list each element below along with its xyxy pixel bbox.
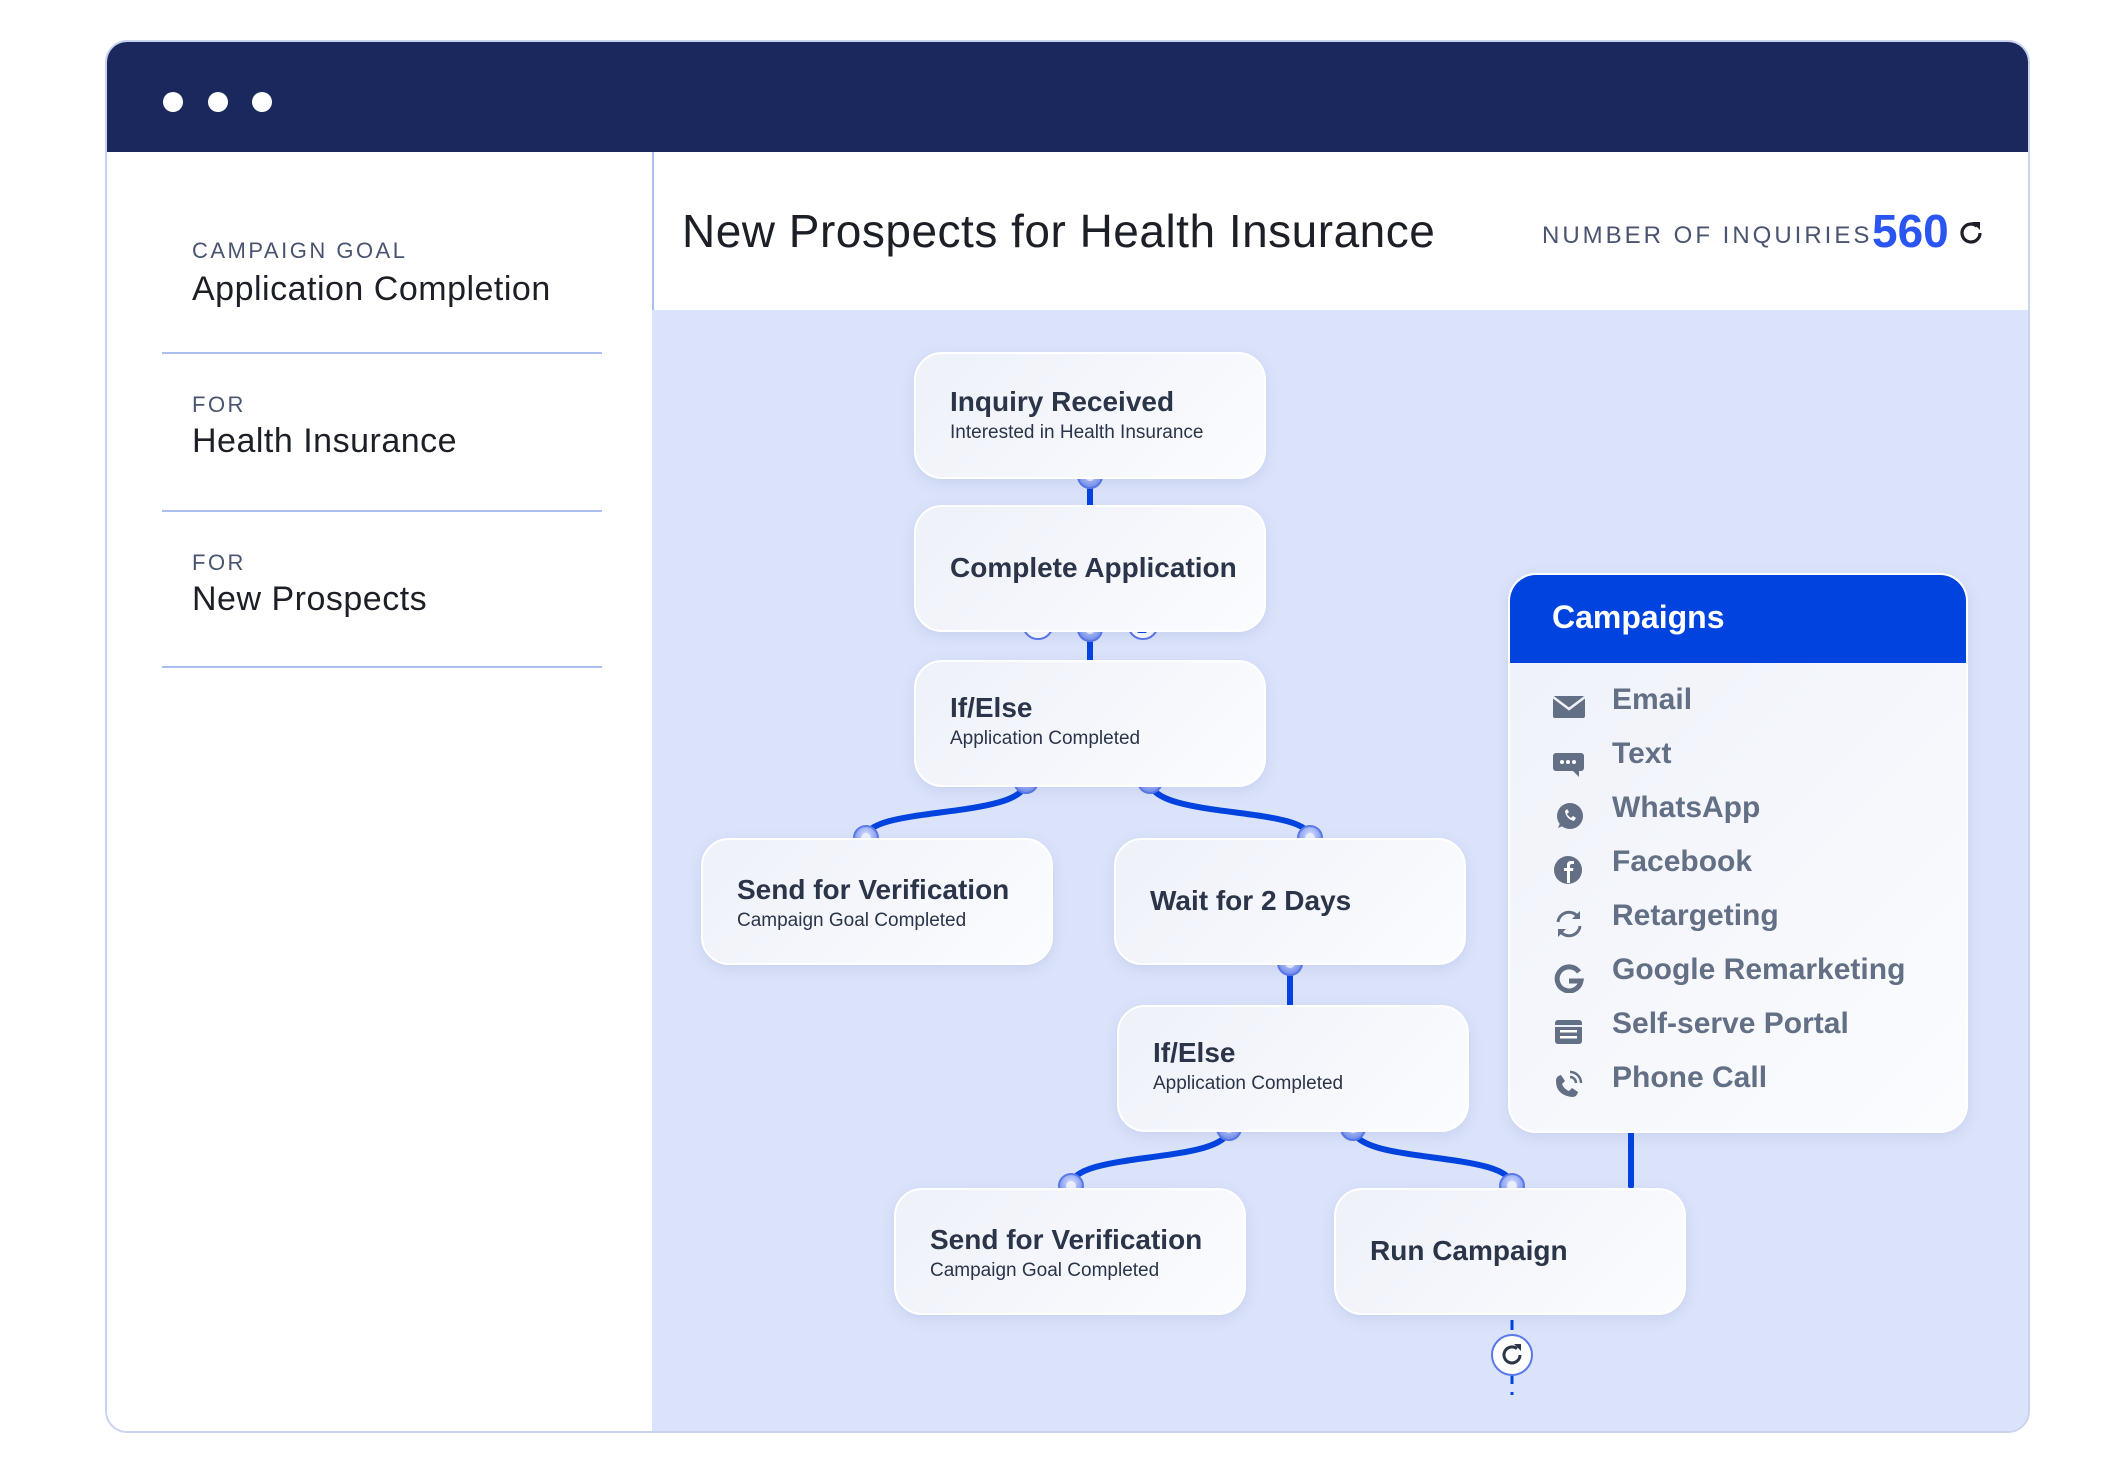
- campaign-label: Google Remarketing: [1612, 953, 1906, 986]
- node-title: Inquiry Received: [950, 386, 1175, 417]
- campaigns-header: Campaigns: [1510, 575, 1966, 663]
- node-subtitle: Campaign Goal Completed: [737, 910, 967, 931]
- campaigns-panel: Campaigns Email Text WhatsApp Facebook R…: [1508, 573, 1968, 1133]
- branch-connector: [1350, 1125, 1515, 1189]
- node-title: Wait for 2 Days: [1150, 885, 1352, 916]
- campaign-label: WhatsApp: [1612, 791, 1761, 824]
- campaign-item-self-serve-portal[interactable]: Self-serve Portal: [1552, 1007, 1952, 1047]
- flow-node-verification-2[interactable]: Send for Verification Campaign Goal Comp…: [894, 1188, 1246, 1315]
- whatsapp-icon: [1557, 803, 1583, 829]
- campaign-item-email[interactable]: Email: [1552, 683, 1952, 723]
- branch-connector: [863, 778, 1029, 841]
- node-title: Send for Verification: [930, 1224, 1203, 1255]
- google-icon: [1554, 964, 1584, 993]
- campaign-label: Phone Call: [1612, 1061, 1768, 1094]
- flow-node-run-campaign[interactable]: Run Campaign: [1334, 1188, 1686, 1315]
- campaign-item-facebook[interactable]: Facebook: [1552, 845, 1952, 885]
- campaign-item-phone-call[interactable]: Phone Call: [1552, 1061, 1952, 1101]
- node-subtitle: Interested in Health Insurance: [950, 422, 1204, 443]
- branch-connector: [1068, 1125, 1232, 1189]
- flow-node-inquiry[interactable]: Inquiry Received Interested in Health In…: [914, 352, 1266, 479]
- campaign-item-whatsapp[interactable]: WhatsApp: [1552, 791, 1952, 831]
- flow-node-verification-1[interactable]: Send for Verification Campaign Goal Comp…: [701, 838, 1053, 965]
- retargeting-icon: [1556, 910, 1582, 938]
- flow-node-wait[interactable]: Wait for 2 Days: [1114, 838, 1466, 965]
- campaign-label: Text: [1612, 737, 1672, 770]
- node-title: If/Else: [950, 692, 1033, 723]
- email-icon: [1552, 696, 1586, 718]
- campaigns-title: Campaigns: [1552, 599, 1725, 635]
- node-subtitle: Application Completed: [950, 728, 1141, 749]
- campaign-item-retargeting[interactable]: Retargeting: [1552, 899, 1952, 939]
- flow-node-ifelse-1[interactable]: If/Else Application Completed: [914, 660, 1266, 787]
- node-title: Complete Application: [950, 552, 1237, 583]
- campaign-label: Facebook: [1612, 845, 1753, 878]
- branch-connector: [1147, 778, 1313, 841]
- facebook-icon: [1554, 856, 1582, 884]
- text-message-icon: [1553, 753, 1584, 777]
- flow-node-ifelse-2[interactable]: If/Else Application Completed: [1117, 1005, 1469, 1132]
- campaign-item-text[interactable]: Text: [1552, 737, 1952, 777]
- node-subtitle: Campaign Goal Completed: [930, 1260, 1160, 1281]
- node-title: Send for Verification: [737, 874, 1010, 905]
- phone-call-icon: [1556, 1070, 1583, 1097]
- campaign-item-google-remarketing[interactable]: Google Remarketing: [1552, 953, 1952, 993]
- flow-node-complete-application[interactable]: Complete Application: [914, 505, 1266, 632]
- campaign-label: Retargeting: [1612, 899, 1779, 932]
- campaign-label: Email: [1612, 683, 1693, 716]
- portal-icon: [1555, 1020, 1582, 1044]
- node-subtitle: Application Completed: [1153, 1073, 1344, 1094]
- node-title: If/Else: [1153, 1037, 1236, 1068]
- campaign-label: Self-serve Portal: [1612, 1007, 1849, 1040]
- node-title: Run Campaign: [1370, 1235, 1568, 1266]
- refresh-icon: [1491, 1334, 1533, 1376]
